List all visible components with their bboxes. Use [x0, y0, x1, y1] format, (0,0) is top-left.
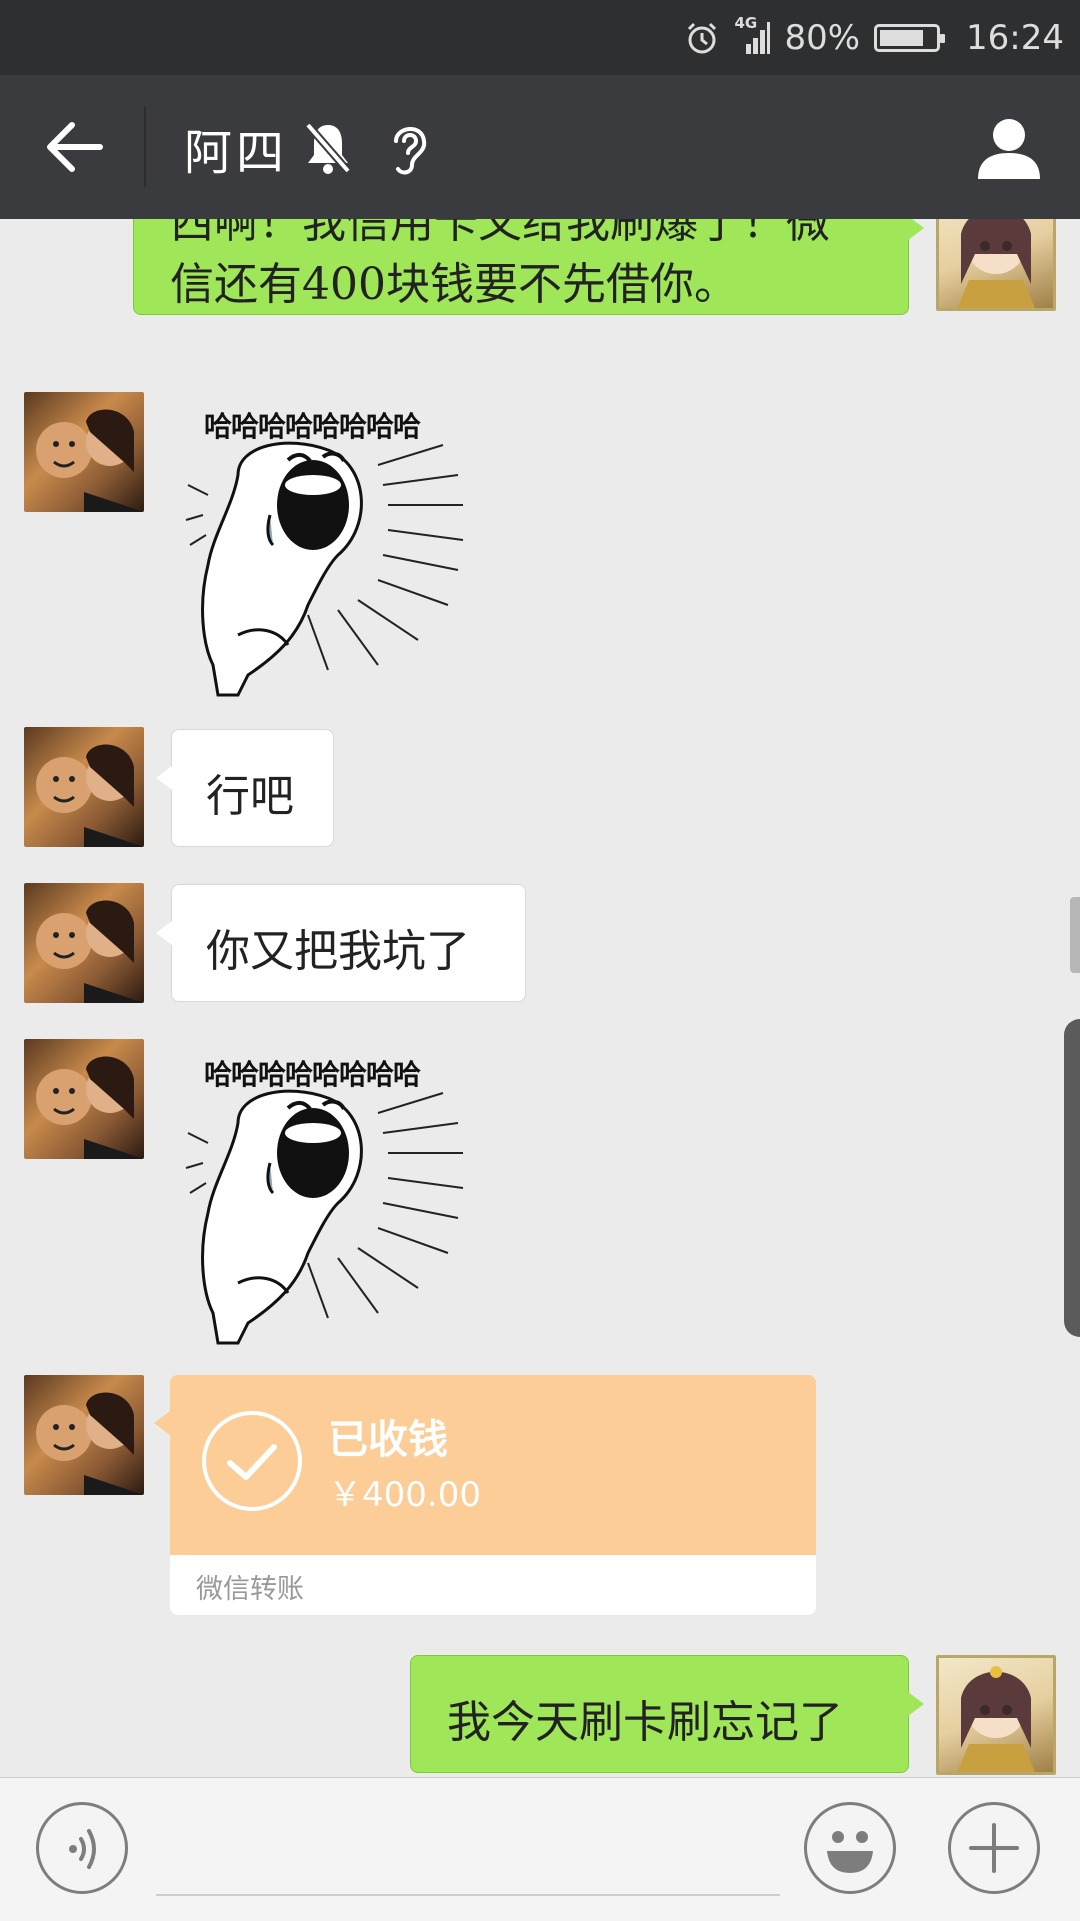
transfer-status: 已收钱 — [328, 1417, 448, 1463]
emoji-icon — [827, 1831, 873, 1873]
my-avatar[interactable] — [936, 219, 1056, 311]
message-text: 行吧 — [206, 771, 294, 822]
message-text: 我今天刷卡刷忘记了 — [447, 1697, 843, 1748]
scrollbar-thumb[interactable] — [1070, 897, 1080, 973]
avatar-image — [36, 409, 144, 512]
transfer-label: 微信转账 — [196, 1574, 304, 1605]
my-avatar[interactable] — [936, 1655, 1056, 1775]
plus-button[interactable] — [948, 1802, 1040, 1894]
header-divider — [144, 107, 146, 187]
alarm-icon — [688, 22, 717, 53]
input-bar — [0, 1777, 1080, 1921]
sticker-laughing[interactable]: 哈哈哈哈哈哈哈哈 — [178, 405, 468, 705]
transfer-tail — [154, 1411, 170, 1435]
chat-header: 阿四 — [0, 75, 1080, 219]
network-type: 4G — [734, 14, 771, 56]
message-bubble-me[interactable]: 西啊！我信用卡又给我刷爆了！微 信还有400块钱要不先借你。 — [133, 219, 924, 315]
friend-avatar[interactable] — [24, 1039, 144, 1159]
battery-icon — [874, 23, 946, 52]
mute-bell-icon — [304, 122, 352, 174]
message-list[interactable]: 西啊！我信用卡又给我刷爆了！微 信还有400块钱要不先借你。 哈哈哈哈哈哈哈哈 — [0, 219, 1080, 1777]
checkmark-icon — [202, 1411, 302, 1511]
message-bubble-friend[interactable]: 行吧 — [156, 729, 334, 847]
sticker-laughing[interactable]: 哈哈哈哈哈哈哈哈 — [178, 1053, 468, 1353]
message-input[interactable] — [156, 1894, 780, 1896]
message-text: 信还有400块钱要不先借你。 — [170, 259, 738, 310]
transfer-card[interactable]: 已收钱 ￥400.00 微信转账 — [170, 1375, 816, 1615]
chat-title[interactable]: 阿四 — [184, 113, 288, 183]
transfer-amount: ￥400.00 — [328, 1475, 481, 1515]
voice-icon — [69, 1829, 96, 1869]
transfer-card-top: 已收钱 ￥400.00 — [170, 1375, 816, 1555]
profile-icon[interactable] — [976, 115, 1042, 181]
avatar-image — [957, 219, 1035, 308]
avatar-image — [36, 1392, 144, 1495]
battery-percent: 80% — [784, 17, 861, 58]
clock: 16:24 — [966, 17, 1064, 58]
plus-icon — [969, 1823, 1019, 1873]
avatar-image — [36, 744, 144, 847]
avatar-image — [36, 900, 144, 1003]
avatar-image — [36, 1056, 144, 1159]
transfer-card-footer: 微信转账 — [170, 1555, 816, 1615]
friend-avatar[interactable] — [24, 1375, 144, 1495]
status-bar: 4G 80% 16:24 — [0, 0, 1080, 75]
friend-avatar[interactable] — [24, 727, 144, 847]
voice-button[interactable] — [36, 1802, 128, 1894]
message-bubble-friend[interactable]: 你又把我坑了 — [156, 884, 526, 1002]
signal-icon — [746, 21, 771, 54]
laughing-face-icon — [185, 441, 464, 697]
back-arrow-icon[interactable] — [44, 119, 104, 175]
ear-icon[interactable] — [386, 119, 432, 177]
avatar-image — [957, 1666, 1035, 1772]
message-bubble-me[interactable]: 我今天刷卡刷忘记了 — [410, 1655, 924, 1773]
friend-avatar[interactable] — [24, 392, 144, 512]
laughing-face-icon — [185, 1089, 464, 1345]
message-text: 你又把我坑了 — [206, 926, 470, 977]
side-drawer-handle[interactable] — [1064, 1019, 1080, 1337]
emoji-button[interactable] — [804, 1802, 896, 1894]
message-text: 西啊！我信用卡又给我刷爆了！微 — [170, 219, 830, 248]
friend-avatar[interactable] — [24, 883, 144, 1003]
